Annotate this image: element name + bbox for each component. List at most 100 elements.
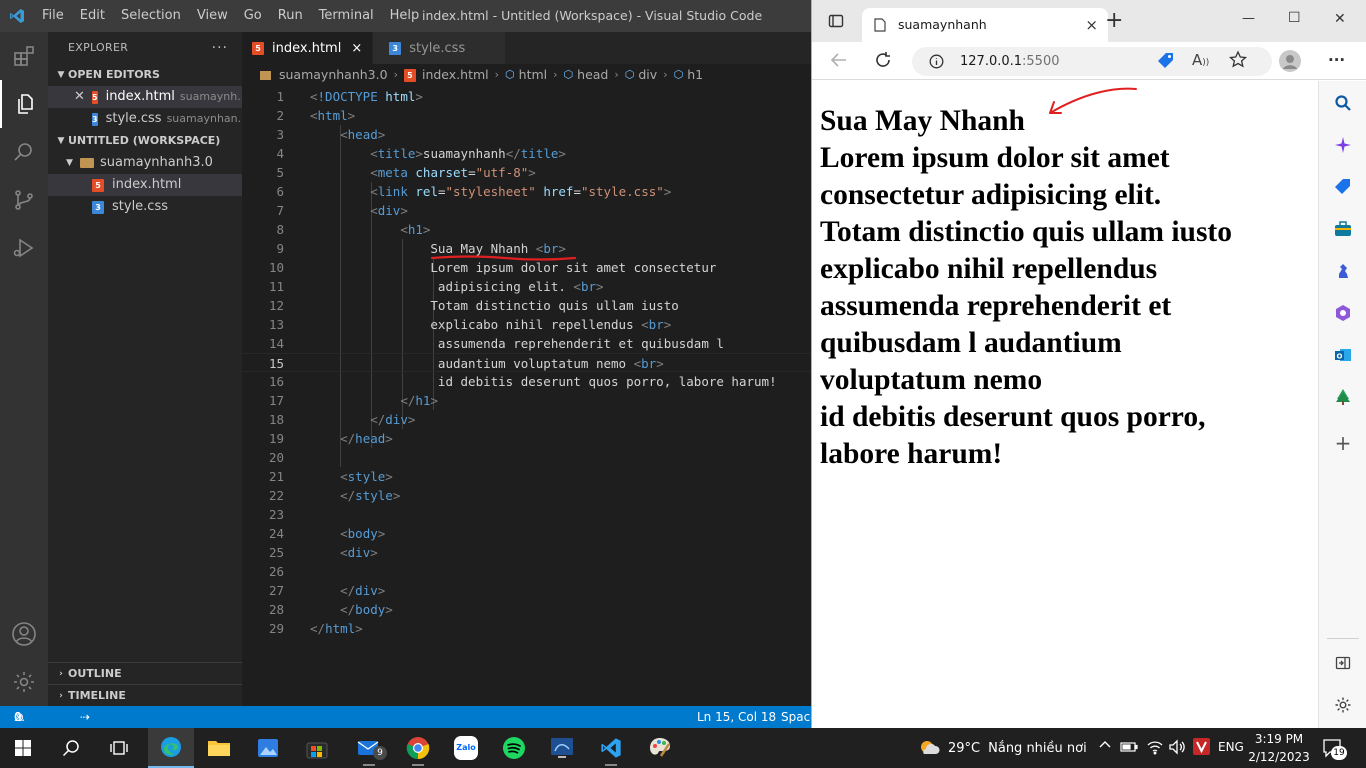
menu-edit[interactable]: Edit — [72, 0, 113, 32]
read-aloud-icon[interactable]: A)) — [1192, 51, 1209, 69]
input-language[interactable]: ENG — [1218, 740, 1244, 754]
code-line[interactable]: 19 </head> — [242, 429, 813, 448]
code-line[interactable]: 26 — [242, 562, 813, 581]
paint-icon[interactable] — [637, 728, 683, 768]
run-debug-icon[interactable] — [0, 224, 48, 272]
account-icon[interactable] — [0, 610, 48, 658]
back-arrow-icon[interactable] — [829, 50, 849, 74]
code-line[interactable]: 23 — [242, 505, 813, 524]
menu-run[interactable]: Run — [270, 0, 311, 32]
shopping-tag-icon[interactable] — [1331, 175, 1355, 199]
code-line[interactable]: 14 assumenda reprehenderit et quibusdam … — [242, 334, 813, 353]
file-item-style-css[interactable]: 3 style.css — [48, 196, 242, 218]
close-window-button[interactable]: ✕ — [1334, 11, 1346, 27]
add-plus-icon[interactable]: + — [1331, 431, 1355, 455]
breadcrumb-item[interactable]: index.html — [422, 64, 489, 86]
drop-tree-icon[interactable] — [1331, 385, 1355, 409]
search-icon[interactable] — [48, 728, 94, 768]
code-line[interactable]: 7 <div> — [242, 201, 813, 220]
notification-center-icon[interactable]: 19 — [1322, 738, 1347, 761]
tab-index-html[interactable]: 5 index.html × — [242, 32, 374, 64]
menu-selection[interactable]: Selection — [113, 0, 189, 32]
code-line[interactable]: 18 </div> — [242, 410, 813, 429]
open-editor-item-style-css[interactable]: 3 style.css suamaynhan... — [48, 108, 242, 130]
open-editors-header[interactable]: ▼ OPEN EDITORS — [48, 64, 242, 86]
code-line[interactable]: 27 </div> — [242, 581, 813, 600]
windows-start-icon[interactable] — [0, 728, 46, 768]
cursor-position[interactable]: Ln 15, Col 18 — [697, 706, 776, 728]
system-clock[interactable]: 3:19 PM 2/12/2023 — [1248, 730, 1310, 766]
code-line[interactable]: 25 <div> — [242, 543, 813, 562]
menu-help[interactable]: Help — [382, 0, 428, 32]
breadcrumb-item[interactable]: div — [638, 64, 657, 86]
code-line[interactable]: 16 id debitis deserunt quos porro, labor… — [242, 372, 813, 391]
code-line[interactable]: 24 <body> — [242, 524, 813, 543]
minimize-button[interactable]: — — [1242, 11, 1255, 26]
timeline-section[interactable]: › TIMELINE — [48, 684, 242, 707]
menu-file[interactable]: File — [34, 0, 72, 32]
extensions-icon[interactable] — [0, 32, 48, 80]
code-line[interactable]: 12 Totam distinctio quis ullam iusto — [242, 296, 813, 315]
tab-close-icon[interactable]: × — [351, 41, 362, 56]
browser-tab-active[interactable]: suamaynhanh × — [862, 8, 1108, 42]
sidebar-settings-gear-icon[interactable] — [1331, 693, 1355, 717]
weather-widget[interactable]: 29°C Nắng nhiều nơi — [918, 728, 1087, 768]
chevron-up-icon[interactable] — [1098, 738, 1112, 756]
live-share-icon[interactable]: ⇢ — [80, 706, 90, 728]
code-line[interactable]: 1 <!DOCTYPE html> — [242, 87, 813, 106]
task-view-icon[interactable] — [96, 728, 142, 768]
outline-section[interactable]: › OUTLINE — [48, 662, 242, 685]
explorer-files-icon[interactable] — [0, 80, 48, 128]
code-line[interactable]: 21 <style> — [242, 467, 813, 486]
code-line[interactable]: 6 <link rel="stylesheet" href="style.css… — [242, 182, 813, 201]
code-line[interactable]: 3 <head> — [242, 125, 813, 144]
folder-item[interactable]: ▼ suamaynhanh3.0 — [48, 152, 242, 174]
menu-go[interactable]: Go — [236, 0, 270, 32]
breadcrumb-item[interactable]: suamaynhanh3.0 — [279, 64, 388, 86]
file-explorer-icon[interactable] — [196, 728, 242, 768]
remote-desktop-icon[interactable] — [539, 728, 585, 768]
copilot-sparkle-icon[interactable] — [1331, 133, 1355, 157]
settings-more-icon[interactable]: ··· — [1328, 51, 1345, 69]
code-line[interactable]: 4 <title>suamaynhanh</title> — [242, 144, 813, 163]
code-line[interactable]: 22 </style> — [242, 486, 813, 505]
vscode-taskbar-icon[interactable] — [588, 728, 634, 768]
code-line[interactable]: 11 adipisicing elit. <br> — [242, 277, 813, 296]
code-line[interactable]: 13 explicabo nihil repellendus <br> — [242, 315, 813, 334]
code-line[interactable]: 28 </body> — [242, 600, 813, 619]
settings-gear-icon[interactable] — [0, 658, 48, 706]
microsoft-365-icon[interactable] — [1331, 301, 1355, 325]
bing-search-icon[interactable] — [1331, 91, 1355, 115]
outlook-icon[interactable]: O — [1331, 343, 1355, 367]
new-tab-button[interactable]: + — [1105, 8, 1123, 33]
workspace-header[interactable]: ▼ UNTITLED (WORKSPACE) — [48, 130, 242, 152]
battery-icon[interactable] — [1120, 740, 1138, 757]
spotify-icon[interactable] — [491, 728, 537, 768]
hide-sidebar-icon[interactable] — [1331, 651, 1355, 675]
breadcrumb-item[interactable]: html — [519, 64, 547, 86]
menu-terminal[interactable]: Terminal — [311, 0, 382, 32]
refresh-icon[interactable] — [873, 50, 893, 74]
menu-view[interactable]: View — [189, 0, 236, 32]
maximize-button[interactable]: ☐ — [1288, 10, 1301, 26]
code-line[interactable]: 15 audantium voluptatum nemo <br> — [242, 353, 813, 372]
coupon-tag-icon[interactable] — [1157, 52, 1175, 74]
breadcrumb-item[interactable]: head — [577, 64, 608, 86]
breadcrumb-item[interactable]: h1 — [687, 64, 703, 86]
code-line[interactable]: 20 — [242, 448, 813, 467]
search-icon[interactable] — [0, 128, 48, 176]
antivirus-v-icon[interactable] — [1193, 738, 1210, 755]
code-line[interactable]: 17 </h1> — [242, 391, 813, 410]
tools-briefcase-icon[interactable] — [1331, 217, 1355, 241]
volume-icon[interactable] — [1168, 739, 1186, 758]
explorer-more-actions[interactable]: ··· — [212, 32, 228, 64]
code-line[interactable]: 2 <html> — [242, 106, 813, 125]
source-control-icon[interactable] — [0, 176, 48, 224]
tab-actions-icon[interactable] — [828, 13, 844, 33]
profile-avatar[interactable] — [1279, 50, 1301, 72]
tab-close-icon[interactable]: × — [1085, 8, 1098, 42]
zalo-icon[interactable]: Zalo — [443, 728, 489, 768]
open-editor-item-index-html[interactable]: ✕ 5 index.html suamaynh... — [48, 86, 242, 108]
edge-taskbar-icon[interactable] — [148, 728, 194, 768]
code-line[interactable]: 8 <h1> — [242, 220, 813, 239]
